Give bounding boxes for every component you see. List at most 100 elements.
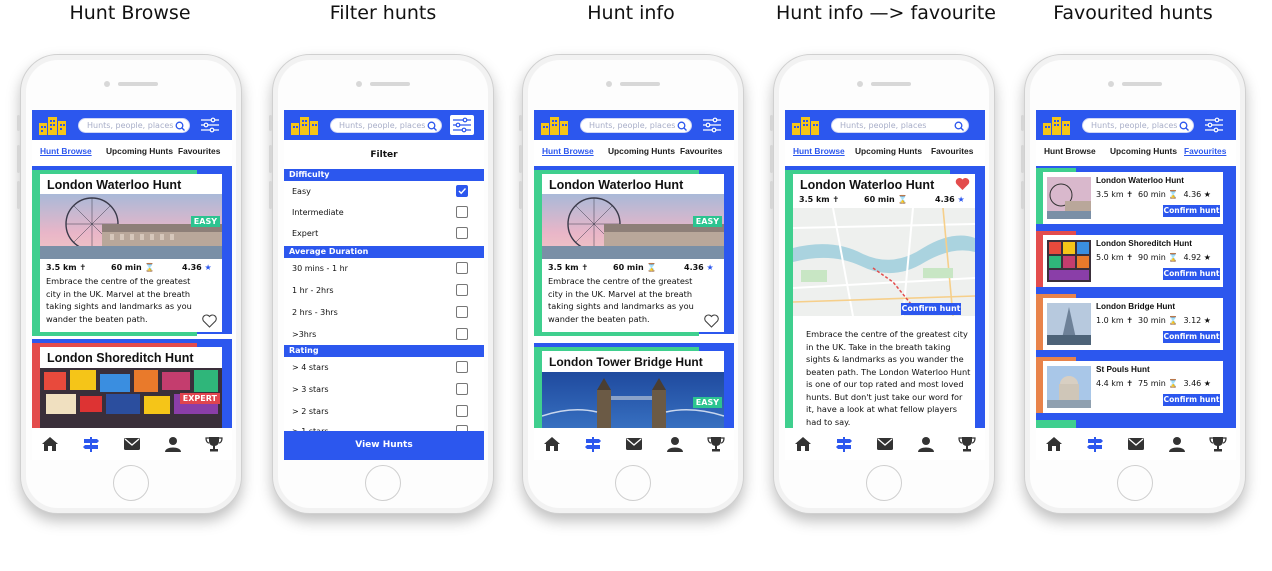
bottom-nav bbox=[32, 428, 232, 460]
home-icon[interactable] bbox=[543, 436, 561, 452]
profile-icon[interactable] bbox=[666, 436, 684, 452]
profile-icon[interactable] bbox=[1168, 436, 1186, 452]
home-button[interactable] bbox=[113, 465, 149, 501]
heart-icon[interactable] bbox=[704, 314, 719, 328]
filter-icon[interactable] bbox=[450, 115, 474, 135]
search-input[interactable]: Hunts, people, places bbox=[330, 118, 442, 133]
search-input[interactable]: Hunts, people, places bbox=[1082, 118, 1194, 133]
filter-option-intermediate[interactable]: Intermediate bbox=[284, 202, 484, 223]
city-logo-icon[interactable] bbox=[290, 114, 320, 136]
profile-icon[interactable] bbox=[164, 436, 182, 452]
home-icon[interactable] bbox=[41, 436, 59, 452]
filter-option-duration[interactable]: 30 mins - 1 hr bbox=[284, 258, 484, 279]
trophy-icon[interactable] bbox=[1209, 436, 1227, 452]
favourites-list: London Waterloo Hunt 3.5 km ✝ 60 min ⌛ 4… bbox=[1036, 166, 1236, 428]
profile-icon[interactable] bbox=[917, 436, 935, 452]
signpost-icon[interactable] bbox=[1086, 436, 1104, 452]
filter-option-rating[interactable]: > 3 stars bbox=[284, 379, 484, 400]
confirm-hunt-button[interactable]: Confirm hunt bbox=[1163, 394, 1220, 406]
screen-title: Hunt info bbox=[587, 2, 675, 24]
tab-upcoming-hunts[interactable]: Upcoming Hunts bbox=[1110, 146, 1177, 156]
confirm-hunt-button[interactable]: Confirm hunt bbox=[1163, 205, 1220, 217]
search-input[interactable]: Hunts, people, places bbox=[78, 118, 190, 133]
hunt-card[interactable]: London Waterloo Hunt EASY 3.5 km ✝ 60 mi… bbox=[542, 174, 724, 332]
trophy-icon[interactable] bbox=[958, 436, 976, 452]
search-input[interactable]: Hunts, people, places bbox=[580, 118, 692, 133]
confirm-hunt-button[interactable]: Confirm hunt bbox=[1163, 331, 1220, 343]
difficulty-badge: EASY bbox=[190, 216, 220, 227]
app-header: Hunts, people, places bbox=[32, 110, 232, 140]
favourite-item[interactable]: St Pouls Hunt 4.4 km ✝ 75 min ⌛ 3.46 ★ C… bbox=[1043, 361, 1223, 413]
confirm-hunt-button[interactable]: Confirm hunt bbox=[1163, 268, 1220, 280]
tab-upcoming-hunts[interactable]: Upcoming Hunts bbox=[608, 146, 675, 156]
tab-favourites[interactable]: Favourites bbox=[680, 146, 722, 156]
phone-filter-hunts: Hunts, people, places Filter Difficulty … bbox=[269, 54, 494, 514]
mail-icon[interactable] bbox=[625, 436, 643, 452]
filter-option-duration[interactable]: >3hrs bbox=[284, 324, 484, 345]
home-button[interactable] bbox=[365, 465, 401, 501]
tab-favourites[interactable]: Favourites bbox=[178, 146, 220, 156]
home-button[interactable] bbox=[615, 465, 651, 501]
filter-icon[interactable] bbox=[198, 115, 222, 135]
mail-icon[interactable] bbox=[123, 436, 141, 452]
hunt-card[interactable]: London Shoreditch Hunt EXPERT bbox=[40, 347, 222, 428]
tab-favourites[interactable]: Favourites bbox=[931, 146, 973, 156]
home-button[interactable] bbox=[1117, 465, 1153, 501]
filter-option-easy[interactable]: Easy bbox=[284, 181, 484, 202]
trophy-icon[interactable] bbox=[707, 436, 725, 452]
checkbox[interactable] bbox=[456, 328, 468, 340]
city-logo-icon[interactable] bbox=[38, 114, 68, 136]
tab-upcoming-hunts[interactable]: Upcoming Hunts bbox=[855, 146, 922, 156]
tab-upcoming-hunts[interactable]: Upcoming Hunts bbox=[106, 146, 173, 156]
tab-hunt-browse[interactable]: Hunt Browse bbox=[542, 146, 594, 156]
favourite-item[interactable]: London Shoreditch Hunt 5.0 km ✝ 90 min ⌛… bbox=[1043, 235, 1223, 287]
heart-icon[interactable] bbox=[202, 314, 217, 328]
trophy-icon[interactable] bbox=[205, 436, 223, 452]
favourite-item[interactable]: London Waterloo Hunt 3.5 km ✝ 60 min ⌛ 4… bbox=[1043, 172, 1223, 224]
checkbox[interactable] bbox=[456, 361, 468, 373]
city-logo-icon[interactable] bbox=[791, 114, 821, 136]
screen-title: Hunt info —> favourite bbox=[776, 2, 996, 24]
view-hunts-button[interactable]: View Hunts bbox=[284, 431, 484, 460]
filter-option-duration[interactable]: 2 hrs - 3hrs bbox=[284, 302, 484, 323]
filter-option-duration[interactable]: 1 hr - 2hrs bbox=[284, 280, 484, 301]
tab-hunt-browse[interactable]: Hunt Browse bbox=[40, 146, 92, 156]
hunt-card[interactable]: London Waterloo Hunt EASY 3.5 km ✝ 60 mi… bbox=[40, 174, 222, 332]
filter-option-rating[interactable]: > 2 stars bbox=[284, 401, 484, 422]
tab-favourites[interactable]: Favourites bbox=[1184, 146, 1226, 156]
favourite-item[interactable]: London Bridge Hunt 1.0 km ✝ 30 min ⌛ 3.1… bbox=[1043, 298, 1223, 350]
tab-hunt-browse[interactable]: Hunt Browse bbox=[793, 146, 845, 156]
filter-option-expert[interactable]: Expert bbox=[284, 223, 484, 244]
hunt-list: London Waterloo Hunt EASY 3.5 km ✝ 60 mi… bbox=[534, 166, 734, 428]
mail-icon[interactable] bbox=[1127, 436, 1145, 452]
hunt-card[interactable]: London Tower Bridge Hunt EASY bbox=[542, 351, 724, 428]
checkbox[interactable] bbox=[456, 306, 468, 318]
checkbox[interactable] bbox=[456, 206, 468, 218]
confirm-hunt-button[interactable]: Confirm hunt bbox=[901, 303, 961, 315]
signpost-icon[interactable] bbox=[584, 436, 602, 452]
filter-icon[interactable] bbox=[700, 115, 724, 135]
signpost-icon[interactable] bbox=[835, 436, 853, 452]
home-icon[interactable] bbox=[1045, 436, 1063, 452]
filter-option-rating[interactable]: > 4 stars bbox=[284, 357, 484, 378]
home-icon[interactable] bbox=[794, 436, 812, 452]
checkbox[interactable] bbox=[456, 383, 468, 395]
route-map[interactable] bbox=[793, 208, 975, 316]
search-input[interactable]: Hunts, people, places bbox=[831, 118, 969, 133]
checkbox[interactable] bbox=[456, 227, 468, 239]
app-header: Hunts, people, places bbox=[534, 110, 734, 140]
checkbox[interactable] bbox=[456, 185, 468, 197]
home-button[interactable] bbox=[866, 465, 902, 501]
tab-hunt-browse[interactable]: Hunt Browse bbox=[1044, 146, 1096, 156]
city-logo-icon[interactable] bbox=[540, 114, 570, 136]
tab-bar: Hunt Browse Upcoming Hunts Favourites bbox=[534, 146, 734, 160]
heart-filled-icon[interactable] bbox=[955, 177, 970, 191]
checkbox[interactable] bbox=[456, 262, 468, 274]
city-logo-icon[interactable] bbox=[1042, 114, 1072, 136]
difficulty-badge: EXPERT bbox=[179, 393, 220, 404]
filter-icon[interactable] bbox=[1202, 115, 1226, 135]
checkbox[interactable] bbox=[456, 405, 468, 417]
mail-icon[interactable] bbox=[876, 436, 894, 452]
checkbox[interactable] bbox=[456, 284, 468, 296]
signpost-icon[interactable] bbox=[82, 436, 100, 452]
